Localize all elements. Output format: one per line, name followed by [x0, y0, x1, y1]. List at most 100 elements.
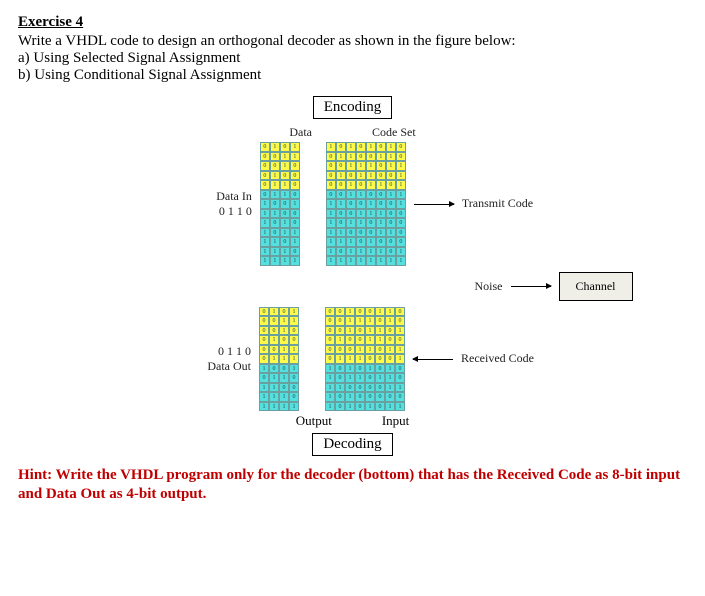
matrix-cell: 0 [270, 218, 280, 228]
matrix-cell: 0 [280, 237, 290, 247]
matrix-cell: 1 [270, 247, 280, 257]
matrix-cell: 0 [386, 180, 396, 190]
matrix-cell: 1 [385, 345, 395, 355]
matrix-cell: 0 [336, 247, 346, 257]
transmit-label: Transmit Code [462, 196, 533, 211]
matrix-cell: 1 [289, 345, 299, 355]
matrix-cell: 0 [325, 307, 335, 317]
matrix-cell: 1 [356, 209, 366, 219]
matrix-cell: 1 [326, 237, 336, 247]
matrix-cell: 0 [259, 316, 269, 326]
matrix-cell: 1 [335, 354, 345, 364]
matrix-cell: 0 [345, 383, 355, 393]
matrix-cell: 1 [279, 402, 289, 412]
matrix-cell: 0 [396, 218, 406, 228]
matrix-cell: 1 [260, 247, 270, 257]
matrix-cell: 0 [355, 335, 365, 345]
matrix-cell: 0 [386, 218, 396, 228]
matrix-cell: 1 [269, 307, 279, 317]
matrix-cell: 0 [325, 345, 335, 355]
matrix-cell: 1 [326, 218, 336, 228]
matrix-cell: 0 [280, 142, 290, 152]
matrix-cell: 1 [325, 383, 335, 393]
matrix-cell: 1 [259, 364, 269, 374]
matrix-cell: 1 [366, 199, 376, 209]
matrix-cell: 1 [366, 142, 376, 152]
matrix-cell: 0 [335, 364, 345, 374]
matrix-cell: 0 [346, 171, 356, 181]
noise-arrow [511, 286, 551, 287]
matrix-cell: 1 [346, 152, 356, 162]
encoder-block: Data In 0 1 1 0 010100110010010001100110… [172, 142, 533, 266]
matrix-cell: 1 [289, 354, 299, 364]
matrix-cell: 1 [260, 256, 270, 266]
matrix-cell: 1 [356, 247, 366, 257]
matrix-cell: 0 [365, 392, 375, 402]
channel-row: Noise Channel [73, 272, 633, 301]
matrix-cell: 0 [386, 171, 396, 181]
output-label: Output [296, 413, 332, 429]
matrix-cell: 0 [346, 228, 356, 238]
matrix-cell: 1 [396, 161, 406, 171]
matrix-cell: 0 [269, 364, 279, 374]
matrix-cell: 0 [279, 335, 289, 345]
data-in-value: 0 1 1 0 [172, 204, 252, 219]
matrix-cell: 0 [279, 364, 289, 374]
matrix-cell: 0 [356, 228, 366, 238]
matrix-cell: 0 [259, 354, 269, 364]
matrix-cell: 0 [345, 345, 355, 355]
noise-label: Noise [475, 279, 503, 294]
matrix-cell: 1 [259, 402, 269, 412]
matrix-cell: 1 [345, 392, 355, 402]
matrix-cell: 1 [260, 209, 270, 219]
matrix-cell: 1 [386, 190, 396, 200]
encoder-data-matrix: 0101001100100100011001101001110010101011… [260, 142, 300, 266]
matrix-cell: 1 [355, 354, 365, 364]
matrix-cell: 0 [375, 402, 385, 412]
part-b: b) Using Conditional Signal Assignment [18, 67, 687, 84]
decoding-label: Decoding [312, 433, 392, 456]
matrix-cell: 1 [335, 383, 345, 393]
matrix-cell: 1 [396, 256, 406, 266]
matrix-cell: 0 [385, 392, 395, 402]
matrix-cell: 0 [260, 190, 270, 200]
matrix-cell: 0 [269, 316, 279, 326]
matrix-cell: 1 [279, 354, 289, 364]
matrix-cell: 0 [289, 392, 299, 402]
matrix-cell: 0 [289, 383, 299, 393]
matrix-cell: 0 [355, 326, 365, 336]
matrix-cell: 1 [280, 256, 290, 266]
matrix-cell: 1 [325, 402, 335, 412]
matrix-cell: 1 [345, 354, 355, 364]
matrix-cell: 0 [260, 161, 270, 171]
matrix-cell: 1 [325, 392, 335, 402]
matrix-cell: 1 [269, 354, 279, 364]
matrix-cell: 0 [356, 152, 366, 162]
exercise-prompt: Write a VHDL code to design an orthogona… [18, 33, 687, 50]
matrix-cell: 0 [270, 152, 280, 162]
exercise-title: Exercise 4 [18, 14, 687, 31]
matrix-cell: 1 [346, 180, 356, 190]
matrix-cell: 1 [290, 228, 300, 238]
matrix-cell: 0 [290, 180, 300, 190]
matrix-cell: 0 [355, 402, 365, 412]
matrix-cell: 0 [290, 171, 300, 181]
matrix-cell: 0 [335, 345, 345, 355]
matrix-cell: 1 [279, 373, 289, 383]
matrix-cell: 0 [395, 373, 405, 383]
matrix-cell: 1 [366, 237, 376, 247]
matrix-cell: 1 [336, 228, 346, 238]
data-out-label: Data Out [171, 359, 251, 374]
matrix-cell: 1 [345, 364, 355, 374]
matrix-cell: 0 [396, 142, 406, 152]
matrix-cell: 0 [280, 199, 290, 209]
matrix-cell: 0 [395, 316, 405, 326]
matrix-cell: 0 [270, 228, 280, 238]
matrix-cell: 0 [336, 161, 346, 171]
matrix-cell: 0 [325, 326, 335, 336]
matrix-cell: 1 [396, 171, 406, 181]
matrix-cell: 1 [376, 247, 386, 257]
matrix-cell: 1 [386, 256, 396, 266]
matrix-cell: 1 [260, 218, 270, 228]
matrix-cell: 1 [335, 335, 345, 345]
